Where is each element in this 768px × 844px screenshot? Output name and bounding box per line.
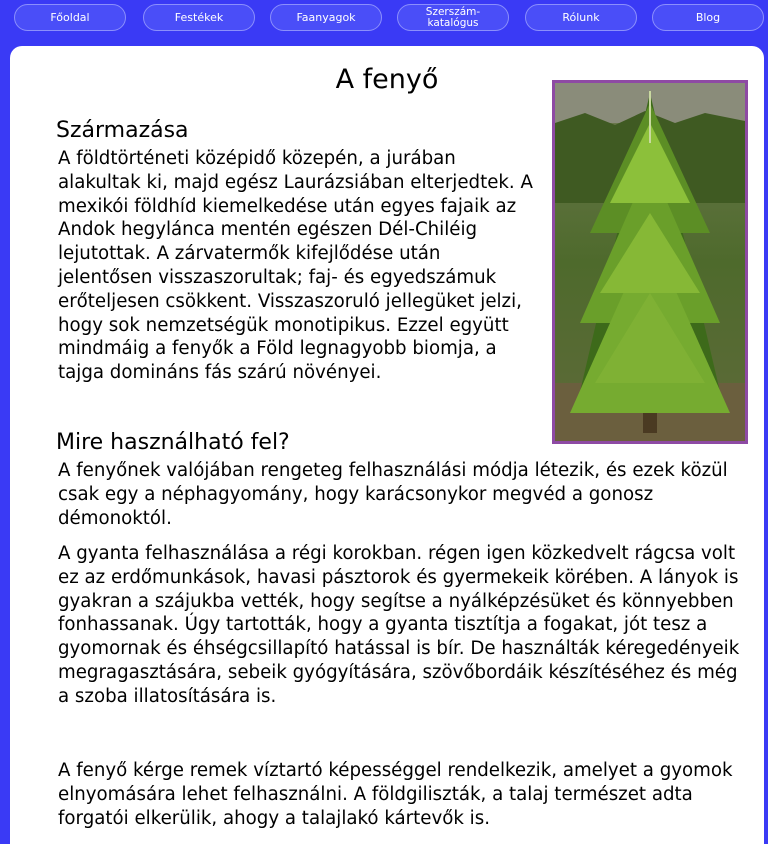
nav-button-blog[interactable]: Blog [652,4,764,31]
paragraph-origin: A földtörténeti középidő közepén, a jurá… [58,148,533,384]
nav-button-paints[interactable]: Festékek [143,4,255,31]
nav-button-about[interactable]: Rólunk [525,4,637,31]
paragraph-uses-3: A fenyő kérge remek víztartó képességgel… [58,760,733,829]
section-heading-origin: Származása [56,118,189,143]
nav-button-tool-catalog[interactable]: Szerszám- katalógus [397,4,509,31]
top-navigation: Főoldal Festékek Faanyagok Szerszám- kat… [0,0,768,40]
nav-button-timber[interactable]: Faanyagok [270,4,382,31]
nav-button-home[interactable]: Főoldal [14,4,126,31]
paragraph-uses-2: A gyanta felhasználása a régi korokban. … [58,543,740,707]
fir-tree-image [555,83,745,441]
section-heading-uses: Mire használható fel? [56,430,290,455]
paragraph-uses-1: A fenyőnek valójában rengeteg felhasznál… [58,460,728,529]
fir-tree-photo [552,80,748,444]
article-panel: A fenyő Származása A földtörténeti közép… [10,46,764,844]
